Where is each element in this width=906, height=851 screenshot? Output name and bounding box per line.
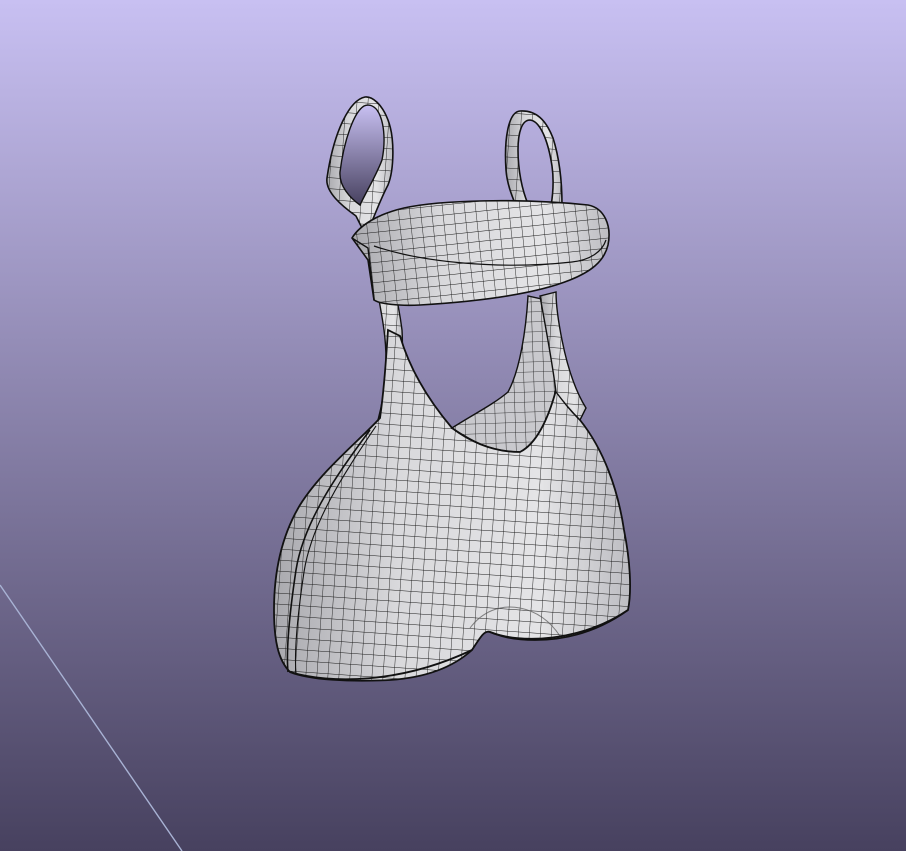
viewport-background	[0, 0, 906, 851]
3d-viewport[interactable]	[0, 0, 906, 851]
viewport-canvas[interactable]	[0, 0, 906, 851]
